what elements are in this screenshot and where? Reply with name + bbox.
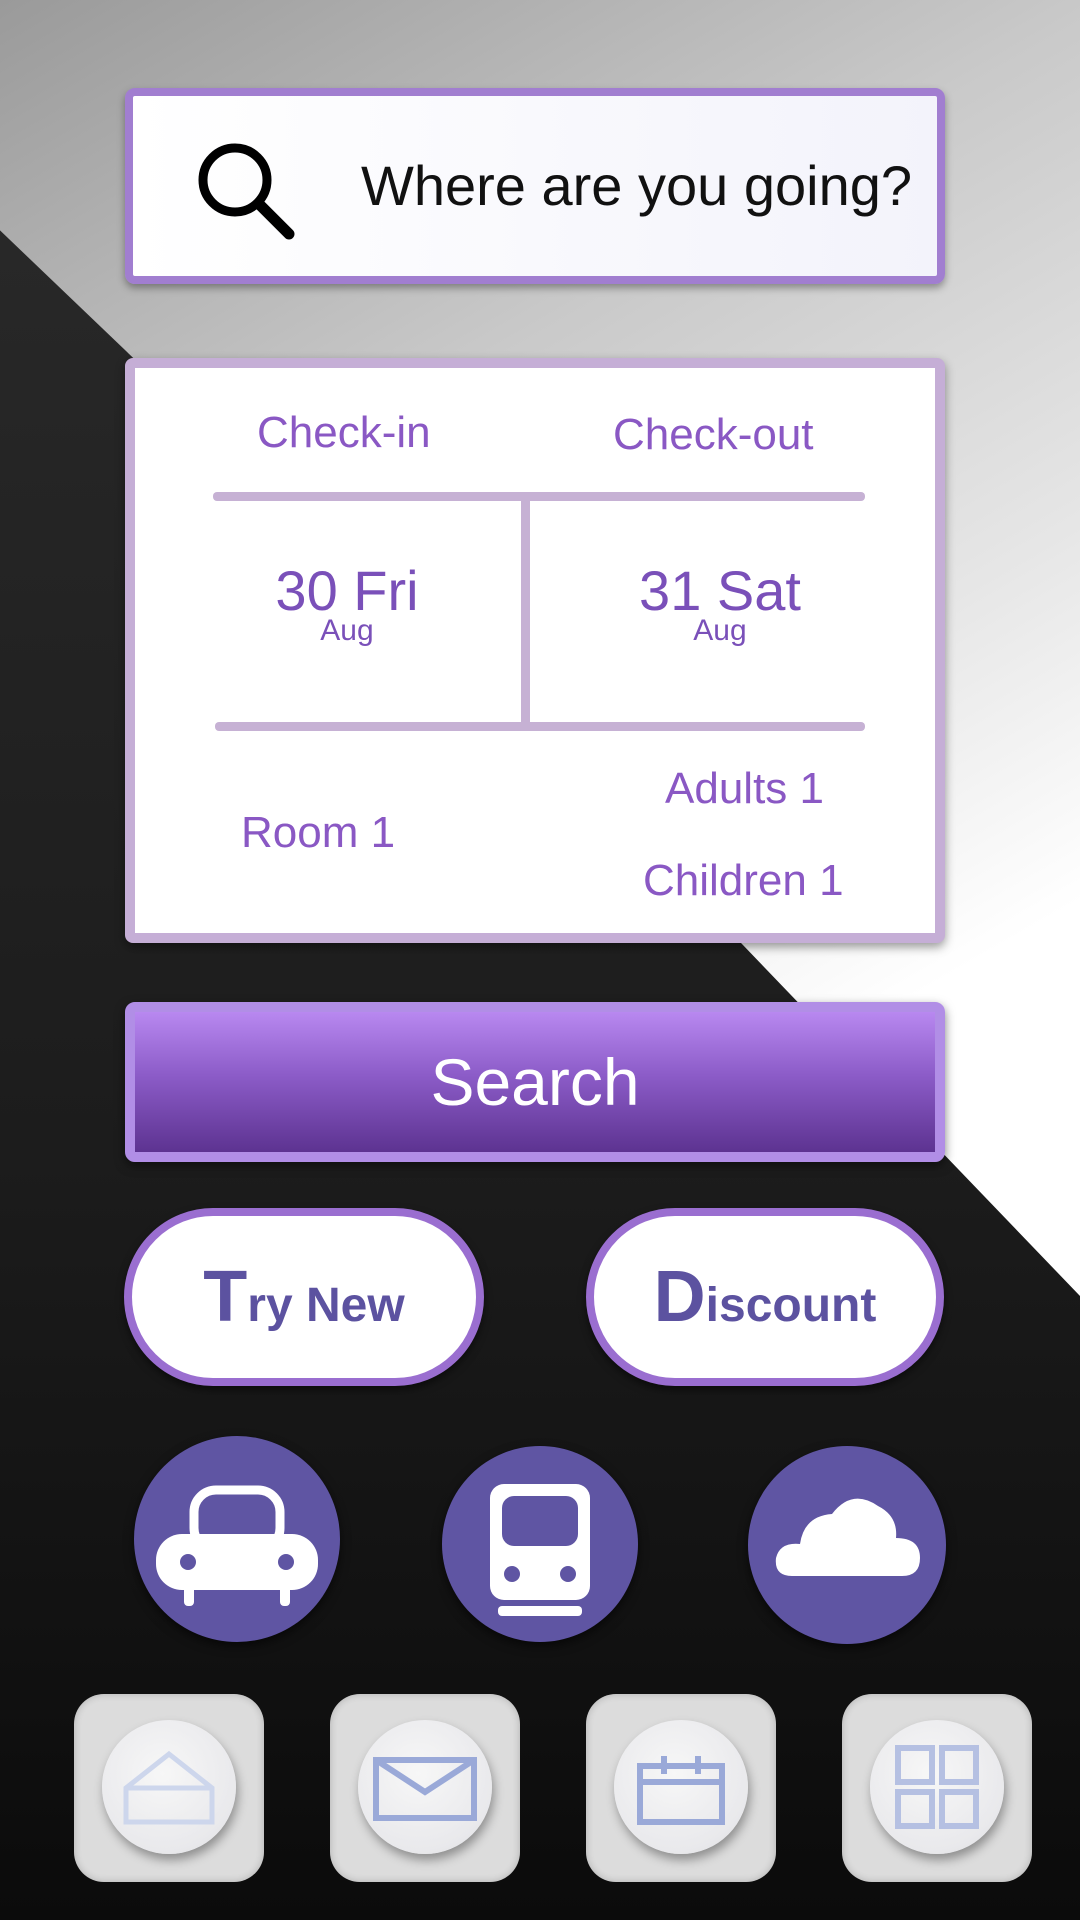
destination-placeholder: Where are you going? xyxy=(361,154,913,217)
car-category-button[interactable] xyxy=(134,1436,340,1642)
try-new-rest: ry New xyxy=(247,1279,405,1332)
checkout-date[interactable]: 31 Sat Aug xyxy=(590,558,850,678)
divider-top xyxy=(213,492,865,501)
car-icon xyxy=(156,1485,318,1606)
discount-cap: D xyxy=(653,1257,706,1337)
checkin-month: Aug xyxy=(320,614,374,647)
dock-home-button[interactable] xyxy=(74,1694,264,1882)
grid-icon xyxy=(895,1745,979,1829)
discount-rest: iscount xyxy=(705,1279,877,1332)
home-icon xyxy=(123,1750,215,1825)
try-new-button[interactable]: Try New xyxy=(124,1208,484,1386)
destination-search-bar[interactable]: Where are you going? xyxy=(125,88,945,284)
dock-apps-button[interactable] xyxy=(842,1694,1032,1882)
children-selector[interactable]: Children 1 xyxy=(643,856,844,906)
try-new-cap: T xyxy=(203,1257,248,1337)
divider-vertical xyxy=(521,492,530,724)
adults-selector[interactable]: Adults 1 xyxy=(665,764,824,814)
mail-icon xyxy=(373,1757,477,1821)
dock-mail-inner xyxy=(358,1720,492,1854)
search-icon xyxy=(198,143,295,240)
dock-calendar-inner xyxy=(614,1720,748,1854)
calendar-icon xyxy=(637,1756,725,1825)
checkin-date[interactable]: 30 Fri Aug xyxy=(217,558,477,678)
train-category-button[interactable] xyxy=(442,1446,638,1642)
dock-calendar-button[interactable] xyxy=(586,1694,776,1882)
room-selector[interactable]: Room 1 xyxy=(241,808,395,858)
checkin-label: Check-in xyxy=(257,408,431,457)
checkout-month: Aug xyxy=(693,614,747,647)
cloud-icon xyxy=(775,1498,920,1576)
dock-home-inner xyxy=(102,1720,236,1854)
divider-bottom xyxy=(215,722,865,731)
booking-card: Check-in Check-out 30 Fri Aug 31 Sat Aug… xyxy=(125,358,945,943)
dock-apps-inner xyxy=(870,1720,1004,1854)
discount-button[interactable]: Discount xyxy=(586,1208,944,1386)
dock-mail-button[interactable] xyxy=(330,1694,520,1882)
search-button[interactable]: Search xyxy=(125,1002,945,1162)
checkout-label: Check-out xyxy=(613,410,814,459)
train-icon xyxy=(490,1484,590,1616)
weather-category-button[interactable] xyxy=(748,1446,946,1644)
